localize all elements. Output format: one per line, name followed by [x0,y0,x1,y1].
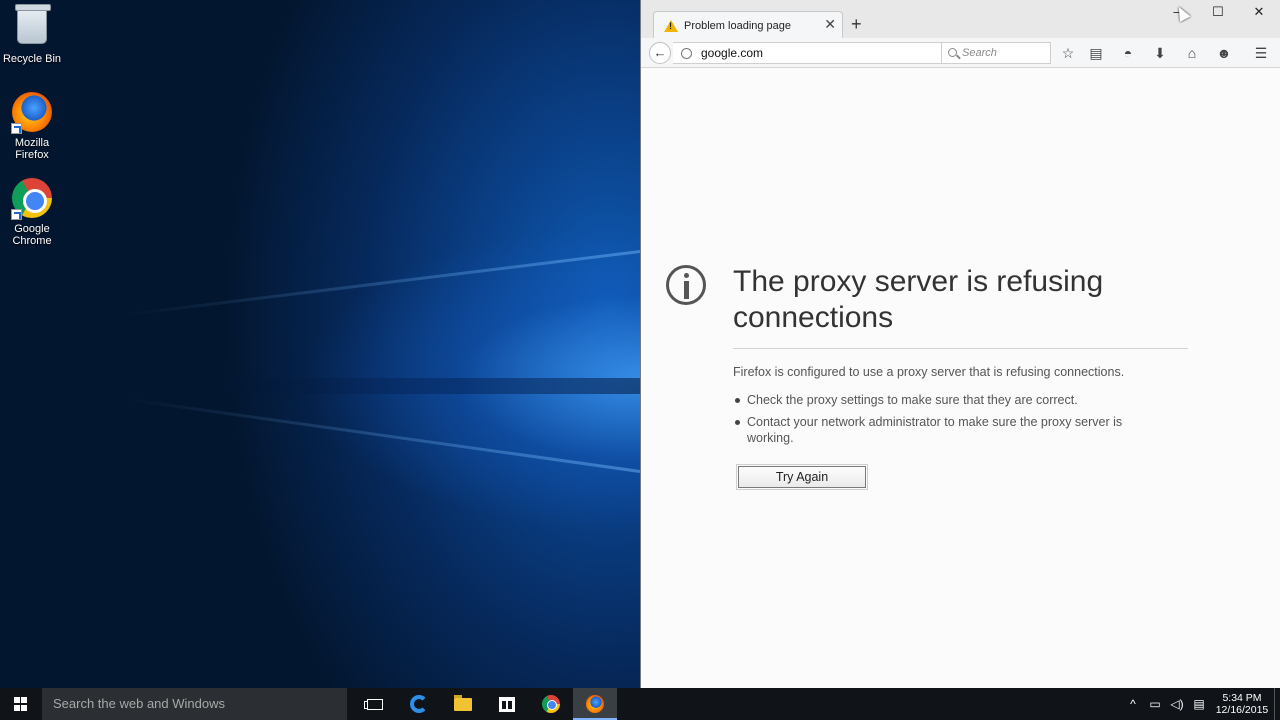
desktop-icon-recycle-bin[interactable]: Recycle Bin [0,4,64,65]
error-suggestions: Check the proxy settings to make sure th… [733,392,1163,452]
taskbar: Search the web and Windows ^ ▭ ◁) ▤ 5:34… [0,688,1280,720]
firefox-icon [586,695,604,713]
error-description: Firefox is configured to use a proxy ser… [733,365,1125,379]
wallpaper-light-beam [124,397,640,473]
recycle-bin-icon [11,4,53,50]
chrome-icon [542,695,560,713]
list-item: Check the proxy settings to make sure th… [733,392,1163,408]
close-window-button[interactable]: ✕ [1239,4,1279,22]
taskbar-firefox[interactable] [573,688,617,720]
url-bar[interactable]: google.com ↻ [673,42,952,64]
tab-title: Problem loading page [684,19,792,32]
desktop-icon-label: Recycle Bin [2,53,62,65]
navigation-toolbar: ← google.com ↻ Search ☆ ▤ ◓ ⬇ ⌂ ☻ ☰ [641,38,1280,68]
close-tab-icon[interactable]: ✕ [824,17,836,31]
folder-icon [454,694,472,711]
search-input[interactable]: Search [941,42,1051,64]
tab-problem-loading[interactable]: Problem loading page ✕ [653,11,843,39]
desktop-icon-chrome[interactable]: Google Chrome [0,178,64,247]
list-item: Contact your network administrator to ma… [733,414,1163,446]
chat-icon[interactable]: ☻ [1214,43,1234,63]
error-title: The proxy server is refusing connections [733,265,1104,334]
task-view-button[interactable] [353,688,397,720]
firefox-icon [11,92,53,134]
desktop-wallpaper: Recycle Bin Mozilla Firefox Google Chrom… [0,0,640,688]
show-desktop-button[interactable] [1274,688,1280,720]
notifications-icon[interactable]: ▤ [1188,688,1210,720]
chrome-icon [11,178,53,220]
reading-list-icon[interactable]: ▤ [1086,43,1106,63]
taskbar-chrome[interactable] [529,688,573,720]
network-icon[interactable]: ▭ [1144,688,1166,720]
divider [733,348,1188,349]
desktop-icon-label: Google Chrome [12,223,52,247]
desktop-icon-label: Mozilla Firefox [14,137,50,161]
back-button[interactable]: ← [649,42,671,64]
start-button[interactable] [0,688,42,720]
taskbar-file-explorer[interactable] [441,688,485,720]
pocket-icon[interactable]: ◓ [1118,43,1138,63]
edge-icon [410,695,428,713]
search-icon [948,48,957,57]
volume-icon[interactable]: ◁) [1166,688,1188,720]
wallpaper-light-beam [123,250,640,317]
error-page: The proxy server is refusing connections… [641,68,1280,688]
maximize-button[interactable]: ☐ [1198,4,1238,22]
wallpaper-light-beam [120,378,640,394]
task-view-icon [364,698,383,710]
try-again-button[interactable]: Try Again [736,464,868,490]
warning-icon [664,19,678,32]
store-icon [499,696,515,712]
chevron-up-icon[interactable]: ^ [1122,688,1144,720]
url-text: google.com [701,46,764,60]
shortcut-arrow-icon [11,209,22,220]
info-icon [666,265,706,305]
new-tab-button[interactable]: + [851,15,862,33]
taskbar-store[interactable] [485,688,529,720]
clock[interactable]: 5:34 PM 12/16/2015 [1210,692,1274,716]
taskbar-search-input[interactable]: Search the web and Windows [42,688,347,720]
menu-icon[interactable]: ☰ [1251,43,1271,63]
clock-time: 5:34 PM [1222,692,1262,704]
home-icon[interactable]: ⌂ [1182,43,1202,63]
taskbar-edge[interactable] [397,688,441,720]
desktop-icon-firefox[interactable]: Mozilla Firefox [0,92,64,161]
windows-logo-icon [14,697,28,711]
shortcut-arrow-icon [11,123,22,134]
firefox-window: Problem loading page ✕ + – ☐ ✕ ← google.… [640,0,1280,688]
system-tray: ^ ▭ ◁) ▤ 5:34 PM 12/16/2015 [1122,688,1280,720]
search-placeholder: Search [962,47,997,59]
clock-date: 12/16/2015 [1215,704,1269,716]
download-icon[interactable]: ⬇ [1150,43,1170,63]
bookmark-star-icon[interactable]: ☆ [1058,43,1078,63]
globe-icon [681,48,692,59]
